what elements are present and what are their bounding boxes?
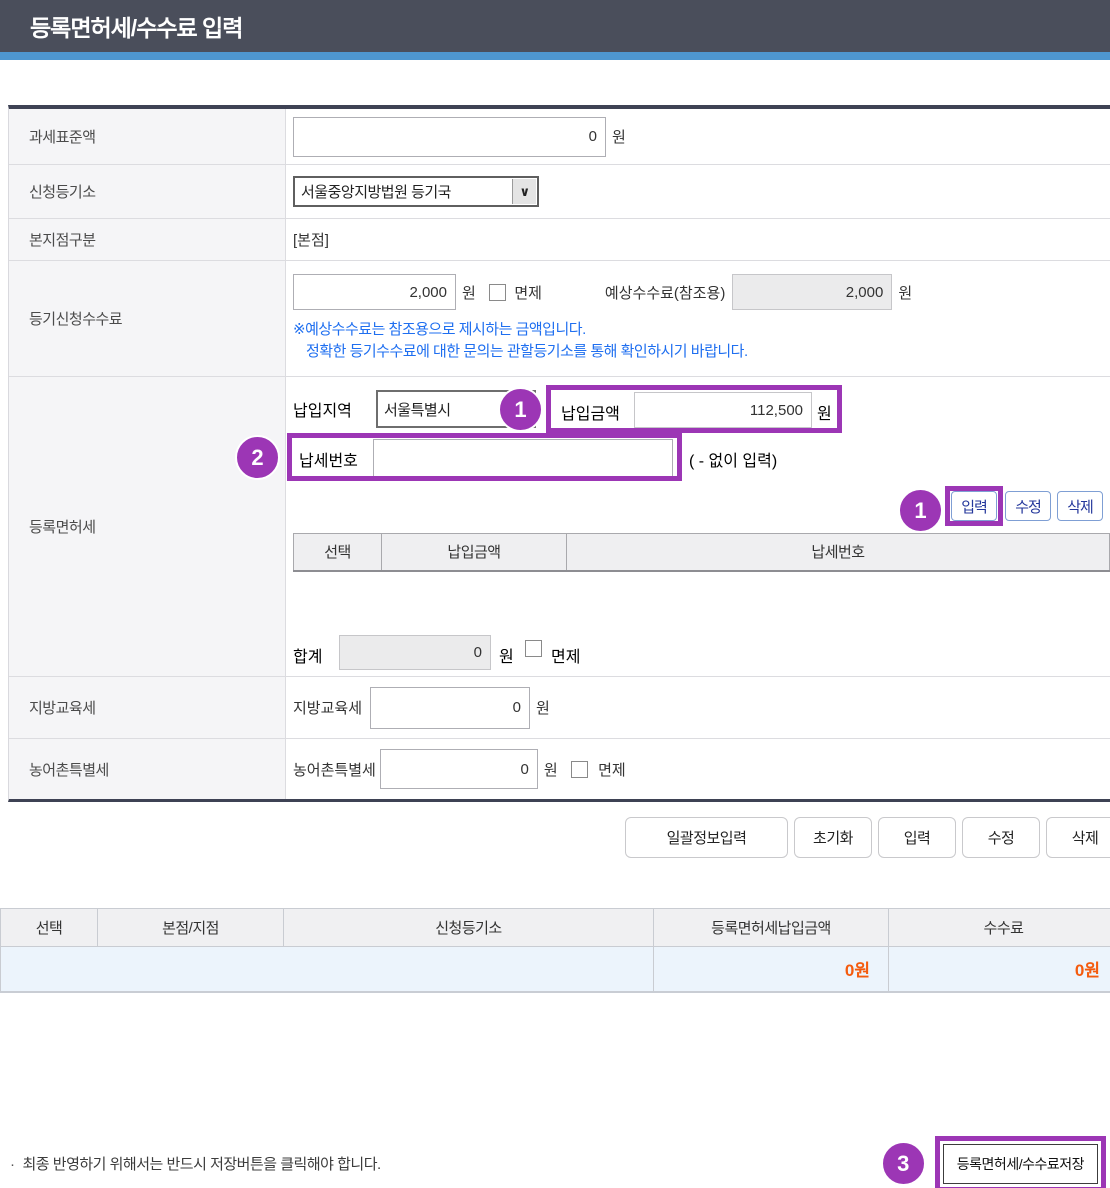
page-title: 등록면허세/수수료 입력 (30, 9, 242, 43)
license-col-taxno: 납세번호 (567, 534, 1110, 571)
license-delete-button[interactable]: 삭제 (1057, 491, 1103, 521)
license-tax-table: 선택 납입금액 납세번호 (293, 533, 1110, 572)
application-fee-line: 원 면제 예상수수료(참조용) 원 (293, 274, 912, 310)
application-fee-label: 등기신청수수료 (9, 261, 286, 376)
row-registry-office: 신청등기소 서울중앙지방법원 등기국 ∨ (9, 165, 1110, 219)
branch-type-label: 본지점구분 (9, 219, 286, 260)
license-edit-button[interactable]: 수정 (1005, 491, 1051, 521)
row-branch-type: 본지점구분 [본점] (9, 219, 1110, 261)
pay-amount-label: 납입금액 (561, 400, 620, 424)
education-tax-cell: 지방교육세 원 (286, 677, 1110, 738)
total-unit: 원 (499, 643, 514, 667)
summary-license-amount: 0원 (654, 947, 889, 992)
bulk-input-button[interactable]: 일괄정보입력 (625, 817, 788, 858)
pay-region-selected: 서울특별시 (384, 399, 451, 420)
total-exempt-label: 면제 (551, 643, 580, 667)
tax-number-label: 납세번호 (299, 447, 358, 471)
pay-amount-input[interactable] (634, 392, 812, 428)
summary-fee: 0원 (889, 947, 1110, 992)
row-license-tax: 등록면허세 납입지역 서울특별시 ∨ 납입금액 원 1 2 납세번호 ( - 없… (9, 377, 1110, 677)
tax-base-value-cell: 원 (286, 109, 1110, 164)
education-tax-unit: 원 (536, 697, 549, 718)
license-tax-label: 등록면허세 (9, 377, 286, 676)
input-button[interactable]: 입력 (878, 817, 956, 858)
estimate-fee-label: 예상수수료(참조용) (605, 282, 725, 303)
rural-tax-exempt-label: 면제 (598, 759, 626, 780)
application-fee-cell: 원 면제 예상수수료(참조용) 원 ※예상수수료는 참조용으로 제시하는 금액입… (286, 261, 1110, 376)
rural-tax-unit: 원 (544, 759, 557, 780)
rural-tax-label: 농어촌특별세 (9, 739, 286, 799)
total-input (339, 635, 491, 670)
save-button[interactable]: 등록면허세/수수료저장 (943, 1144, 1098, 1184)
chevron-down-icon: ∨ (512, 179, 536, 204)
summary-col-select: 선택 (1, 909, 98, 947)
tax-fee-form: 과세표준액 원 신청등기소 서울중앙지방법원 등기국 ∨ 본지점구분 [본점] … (8, 105, 1110, 802)
summary-empty-cell (1, 947, 654, 992)
accent-divider (0, 52, 1110, 60)
summary-col-office: 신청등기소 (284, 909, 654, 947)
total-label: 합계 (293, 643, 322, 667)
summary-data-row[interactable]: 0원 0원 (1, 947, 1110, 992)
fee-note-1: ※예상수수료는 참조용으로 제시하는 금액입니다. (293, 319, 586, 341)
registry-office-label: 신청등기소 (9, 165, 286, 218)
edit-button[interactable]: 수정 (962, 817, 1040, 858)
education-tax-label: 지방교육세 (9, 677, 286, 738)
row-application-fee: 등기신청수수료 원 면제 예상수수료(참조용) 원 ※예상수수료는 참조용으로 … (9, 261, 1110, 377)
step-badge-3: 3 (881, 1141, 926, 1186)
save-group: 3 등록면허세/수수료저장 (881, 1136, 1106, 1188)
annotation-box-save: 등록면허세/수수료저장 (935, 1136, 1106, 1188)
rural-tax-field-label: 농어촌특별세 (293, 759, 376, 780)
total-exempt-checkbox[interactable] (525, 640, 542, 657)
education-tax-field-label: 지방교육세 (293, 697, 362, 718)
summary-col-license-amount: 등록면허세납입금액 (654, 909, 889, 947)
fee-note-2: 정확한 등기수수료에 대한 문의는 관할등기소를 통해 확인하시기 바랍니다. (293, 341, 748, 363)
tax-number-input[interactable] (373, 439, 673, 477)
note-text: 최종 반영하기 위해서는 반드시 저장버튼을 클릭해야 합니다. (23, 1156, 381, 1173)
summary-col-branch: 본점/지점 (98, 909, 284, 947)
application-fee-input[interactable] (293, 274, 456, 310)
license-col-amount: 납입금액 (382, 534, 567, 571)
license-input-button[interactable]: 입력 (951, 491, 997, 521)
save-note: · 최종 반영하기 위해서는 반드시 저장버튼을 클릭해야 합니다. (10, 1153, 381, 1174)
pay-amount-unit: 원 (817, 400, 832, 424)
form-action-buttons: 일괄정보입력 초기화 입력 수정 삭제 (0, 817, 1110, 858)
summary-col-fee: 수수료 (889, 909, 1110, 947)
row-education-tax: 지방교육세 지방교육세 원 (9, 677, 1110, 739)
step-badge-1b: 1 (898, 488, 943, 533)
step-badge-1: 1 (498, 387, 543, 432)
summary-table: 선택 본점/지점 신청등기소 등록면허세납입금액 수수료 0원 0원 (0, 908, 1110, 993)
rural-tax-exempt-checkbox[interactable] (571, 761, 588, 778)
registry-office-select[interactable]: 서울중앙지방법원 등기국 ∨ (293, 176, 539, 207)
note-bullet: · (10, 1156, 15, 1173)
page-title-bar: 등록면허세/수수료 입력 (0, 0, 1110, 52)
registry-office-value-cell: 서울중앙지방법원 등기국 ∨ (286, 165, 1110, 218)
application-fee-unit: 원 (462, 282, 475, 303)
delete-button[interactable]: 삭제 (1046, 817, 1110, 858)
estimate-fee-input (732, 274, 892, 310)
row-rural-tax: 농어촌특별세 농어촌특별세 원 면제 (9, 739, 1110, 799)
row-tax-base: 과세표준액 원 (9, 109, 1110, 165)
reset-button[interactable]: 초기화 (794, 817, 872, 858)
registration-tax-fee-page: 등록면허세/수수료 입력 과세표준액 원 신청등기소 서울중앙지방법원 등기국 … (0, 0, 1110, 1188)
application-fee-exempt-checkbox[interactable] (489, 284, 506, 301)
rural-tax-input[interactable] (380, 749, 538, 789)
tax-base-input[interactable] (293, 117, 606, 157)
tax-number-hint: ( - 없이 입력) (689, 447, 777, 471)
step-badge-2: 2 (235, 435, 280, 480)
pay-region-label: 납입지역 (293, 397, 352, 421)
estimate-fee-unit: 원 (898, 282, 911, 303)
tax-base-unit: 원 (612, 126, 625, 147)
education-tax-input[interactable] (370, 687, 530, 729)
application-fee-exempt-label: 면제 (514, 282, 542, 303)
summary-header-row: 선택 본점/지점 신청등기소 등록면허세납입금액 수수료 (1, 909, 1110, 947)
tax-base-label: 과세표준액 (9, 109, 286, 164)
footer: · 최종 반영하기 위해서는 반드시 저장버튼을 클릭해야 합니다. 3 등록면허… (0, 1136, 1110, 1188)
license-col-select: 선택 (294, 534, 382, 571)
registry-office-selected: 서울중앙지방법원 등기국 (301, 181, 451, 202)
branch-type-value: [본점] (286, 219, 1110, 260)
rural-tax-cell: 농어촌특별세 원 면제 (286, 739, 1110, 799)
